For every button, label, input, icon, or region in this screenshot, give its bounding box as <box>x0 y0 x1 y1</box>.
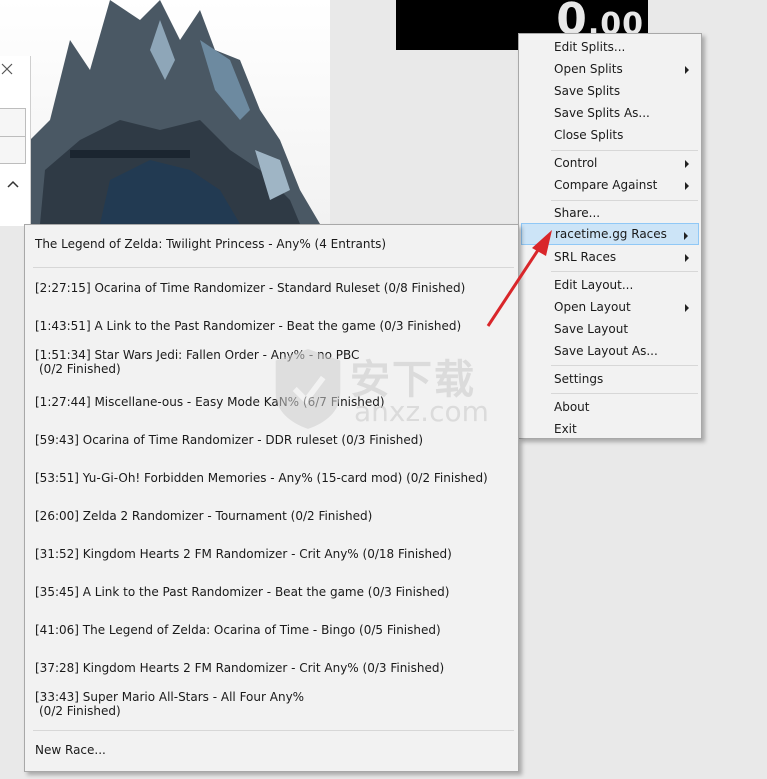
menu-separator <box>551 365 698 366</box>
background-dialog <box>0 56 31 226</box>
race-item[interactable]: [41:06] The Legend of Zelda: Ocarina of … <box>35 623 441 637</box>
menu-item-about[interactable]: About <box>521 396 699 418</box>
annotation-arrow-icon <box>486 230 552 327</box>
race-item[interactable]: [2:27:15] Ocarina of Time Randomizer - S… <box>35 281 465 295</box>
race-item[interactable]: [59:43] Ocarina of Time Randomizer - DDR… <box>35 433 423 447</box>
background-artwork <box>0 0 330 224</box>
menu-item-compare-against[interactable]: Compare Against <box>521 174 699 196</box>
menu-item-open-splits[interactable]: Open Splits <box>521 58 699 80</box>
submenu-arrow-icon <box>685 160 689 168</box>
menu-separator <box>551 393 698 394</box>
submenu-arrow-icon <box>685 182 689 190</box>
new-race-item[interactable]: New Race... <box>35 743 106 757</box>
races-submenu: The Legend of Zelda: Twilight Princess -… <box>24 224 519 772</box>
race-item[interactable]: [31:52] Kingdom Hearts 2 FM Randomizer -… <box>35 547 452 561</box>
menu-separator <box>551 150 698 151</box>
menu-separator <box>551 271 698 272</box>
submenu-arrow-icon <box>685 66 689 74</box>
race-item[interactable]: [53:51] Yu-Gi-Oh! Forbidden Memories - A… <box>35 471 488 485</box>
dialog-field[interactable] <box>0 108 26 138</box>
submenu-arrow-icon <box>685 254 689 262</box>
race-item[interactable]: [33:43] Super Mario All-Stars - All Four… <box>35 690 304 718</box>
watermark-domain: anxz.com <box>354 395 489 428</box>
menu-item-settings[interactable]: Settings <box>521 368 699 390</box>
watermark: 安下载 anxz.com <box>270 345 500 435</box>
shield-icon <box>275 349 341 429</box>
menu-item-save-layout-as[interactable]: Save Layout As... <box>521 340 699 362</box>
race-item[interactable]: [35:45] A Link to the Past Randomizer - … <box>35 585 449 599</box>
menu-separator <box>551 200 698 201</box>
submenu-arrow-icon <box>685 304 689 312</box>
menu-item-control[interactable]: Control <box>521 152 699 174</box>
menu-item-share[interactable]: Share... <box>521 202 699 224</box>
race-item-header[interactable]: The Legend of Zelda: Twilight Princess -… <box>35 237 386 251</box>
menu-item-close-splits[interactable]: Close Splits <box>521 124 699 146</box>
menu-separator <box>33 267 514 268</box>
race-item[interactable]: [1:43:51] A Link to the Past Randomizer … <box>35 319 461 333</box>
submenu-arrow-icon <box>684 232 688 240</box>
menu-item-edit-splits[interactable]: Edit Splits... <box>521 36 699 58</box>
menu-item-save-splits[interactable]: Save Splits <box>521 80 699 102</box>
menu-item-exit[interactable]: Exit <box>521 418 699 440</box>
chevron-up-icon[interactable] <box>6 178 20 192</box>
dialog-field[interactable] <box>0 136 26 164</box>
menu-item-save-splits-as[interactable]: Save Splits As... <box>521 102 699 124</box>
menu-separator <box>33 730 514 731</box>
close-icon[interactable] <box>0 62 14 76</box>
race-item[interactable]: [26:00] Zelda 2 Randomizer - Tournament … <box>35 509 372 523</box>
race-item[interactable]: [37:28] Kingdom Hearts 2 FM Randomizer -… <box>35 661 444 675</box>
